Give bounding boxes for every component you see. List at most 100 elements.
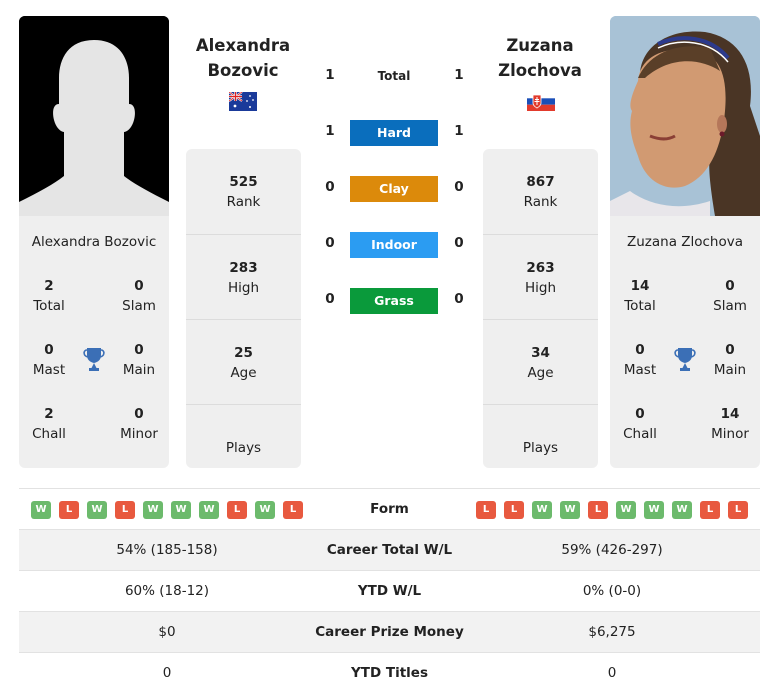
titles-slam-value: 0	[725, 278, 735, 294]
form-loss-badge[interactable]: L	[115, 501, 135, 519]
trophy-icon	[673, 346, 697, 372]
form-loss-badge[interactable]: L	[476, 501, 496, 519]
titles-slam-label: Slam	[122, 298, 156, 314]
titles-total: 2 Total	[19, 276, 79, 316]
h2h-grass-right: 0	[454, 291, 464, 307]
form-win-badge[interactable]: W	[87, 501, 107, 519]
high-label: High	[227, 280, 260, 296]
high-value: 263	[526, 260, 555, 276]
h2h-clay-left: 0	[325, 179, 335, 195]
titles-slam-label: Slam	[713, 298, 747, 314]
titles-minor: 0 Minor	[109, 404, 169, 444]
player-right-last-name: Zlochova	[498, 61, 582, 80]
rank-value: 525	[229, 174, 258, 190]
prize-money-label: Career Prize Money	[315, 624, 464, 640]
player-left-ytd-wl: 60% (18-12)	[124, 583, 210, 599]
form-loss-badge[interactable]: L	[700, 501, 720, 519]
player-left-career-wl: 54% (185-158)	[116, 542, 218, 558]
surface-clay-badge: Clay	[350, 176, 438, 202]
player-left-prize-money: $0	[158, 624, 176, 640]
player-right-name-link[interactable]: Zuzana Zlochova	[480, 33, 600, 83]
form-win-badge[interactable]: W	[560, 501, 580, 519]
titles-chall-label: Chall	[32, 426, 66, 442]
high-value: 283	[229, 260, 258, 276]
h2h-hard-right: 1	[454, 123, 464, 139]
form-win-badge[interactable]: W	[31, 501, 51, 519]
titles-main: 0 Main	[109, 340, 169, 380]
player-left-name-link[interactable]: Alexandra Bozovic	[183, 33, 303, 83]
player-left-photo	[19, 16, 169, 216]
titles-total-label: Total	[624, 298, 656, 314]
form-row: WLWLWWWLWL Form LLWWLWWWLL	[19, 488, 760, 529]
titles-minor: 14 Minor	[700, 404, 760, 444]
player-left-full-name: Alexandra Bozovic	[31, 234, 157, 250]
player-right-full-name: Zuzana Zlochova	[626, 234, 744, 250]
form-loss-badge[interactable]: L	[588, 501, 608, 519]
ytd-wl-row: 60% (18-12) YTD W/L 0% (0-0)	[19, 570, 760, 611]
h2h-indoor-left: 0	[325, 235, 335, 251]
ytd-titles-row: 0 YTD Titles 0	[19, 652, 760, 693]
player-right-form: LLWWLWWWLL	[476, 501, 748, 519]
player-right-ytd-titles: 0	[607, 665, 617, 681]
titles-mast: 0 Mast	[610, 340, 670, 380]
player-right-rank-card: 867 Rank 263 High 34 Age Plays	[483, 149, 598, 468]
titles-chall: 0 Chall	[610, 404, 670, 444]
titles-chall: 2 Chall	[19, 404, 79, 444]
titles-total-value: 14	[630, 278, 650, 294]
form-win-badge[interactable]: W	[644, 501, 664, 519]
form-loss-badge[interactable]: L	[728, 501, 748, 519]
player-portrait-image	[610, 16, 760, 216]
australia-flag-icon	[228, 91, 257, 111]
titles-mast-label: Mast	[32, 362, 66, 378]
plays-cell: Plays	[483, 404, 598, 489]
career-wl-row: 54% (185-158) Career Total W/L 59% (426-…	[19, 529, 760, 570]
form-loss-badge[interactable]: L	[59, 501, 79, 519]
surface-hard-badge: Hard	[350, 120, 438, 146]
h2h-total-right: 1	[454, 67, 464, 83]
player-right-photo	[610, 16, 760, 216]
player-right-career-wl: 59% (426-297)	[561, 542, 663, 558]
form-win-badge[interactable]: W	[171, 501, 191, 519]
h2h-total-label: Total	[377, 69, 411, 83]
prize-money-row: $0 Career Prize Money $6,275	[19, 611, 760, 652]
titles-minor-value: 0	[134, 406, 144, 422]
form-win-badge[interactable]: W	[532, 501, 552, 519]
silhouette-icon	[19, 16, 169, 216]
age-value: 25	[234, 345, 253, 361]
rank-value: 867	[526, 174, 555, 190]
rank-cell: 525 Rank	[186, 149, 301, 234]
titles-total-value: 2	[44, 278, 54, 294]
titles-chall-label: Chall	[623, 426, 657, 442]
form-label: Form	[370, 501, 409, 517]
player-left-ytd-titles: 0	[162, 665, 172, 681]
h2h-grass-left: 0	[325, 291, 335, 307]
form-loss-badge[interactable]: L	[227, 501, 247, 519]
titles-main: 0 Main	[700, 340, 760, 380]
player-left-titles-card: Alexandra Bozovic 2 Total 0 Slam 0 Mast 0 Ma…	[19, 216, 169, 468]
form-win-badge[interactable]: W	[255, 501, 275, 519]
ytd-titles-label: YTD Titles	[351, 665, 428, 681]
high-cell: 283 High	[186, 234, 301, 319]
slovakia-flag-icon	[527, 92, 555, 111]
player-right-titles-card: Zuzana Zlochova 14 Total 0 Slam 0 Mast 0 Mai…	[610, 216, 760, 468]
form-win-badge[interactable]: W	[199, 501, 219, 519]
form-win-badge[interactable]: W	[672, 501, 692, 519]
titles-mast-label: Mast	[623, 362, 657, 378]
form-win-badge[interactable]: W	[143, 501, 163, 519]
form-loss-badge[interactable]: L	[283, 501, 303, 519]
titles-main-value: 0	[725, 342, 735, 358]
titles-slam-value: 0	[134, 278, 144, 294]
titles-main-label: Main	[713, 362, 747, 378]
trophy-icon	[82, 346, 106, 372]
rank-label: Rank	[226, 194, 261, 210]
h2h-total-left: 1	[325, 67, 335, 83]
form-loss-badge[interactable]: L	[504, 501, 524, 519]
titles-chall-value: 2	[44, 406, 54, 422]
surface-grass-badge: Grass	[350, 288, 438, 314]
h2h-hard-left: 1	[325, 123, 335, 139]
form-win-badge[interactable]: W	[616, 501, 636, 519]
titles-total: 14 Total	[610, 276, 670, 316]
titles-chall-value: 0	[635, 406, 645, 422]
player-right-prize-money: $6,275	[588, 624, 636, 640]
player-left-last-name: Bozovic	[207, 61, 279, 80]
